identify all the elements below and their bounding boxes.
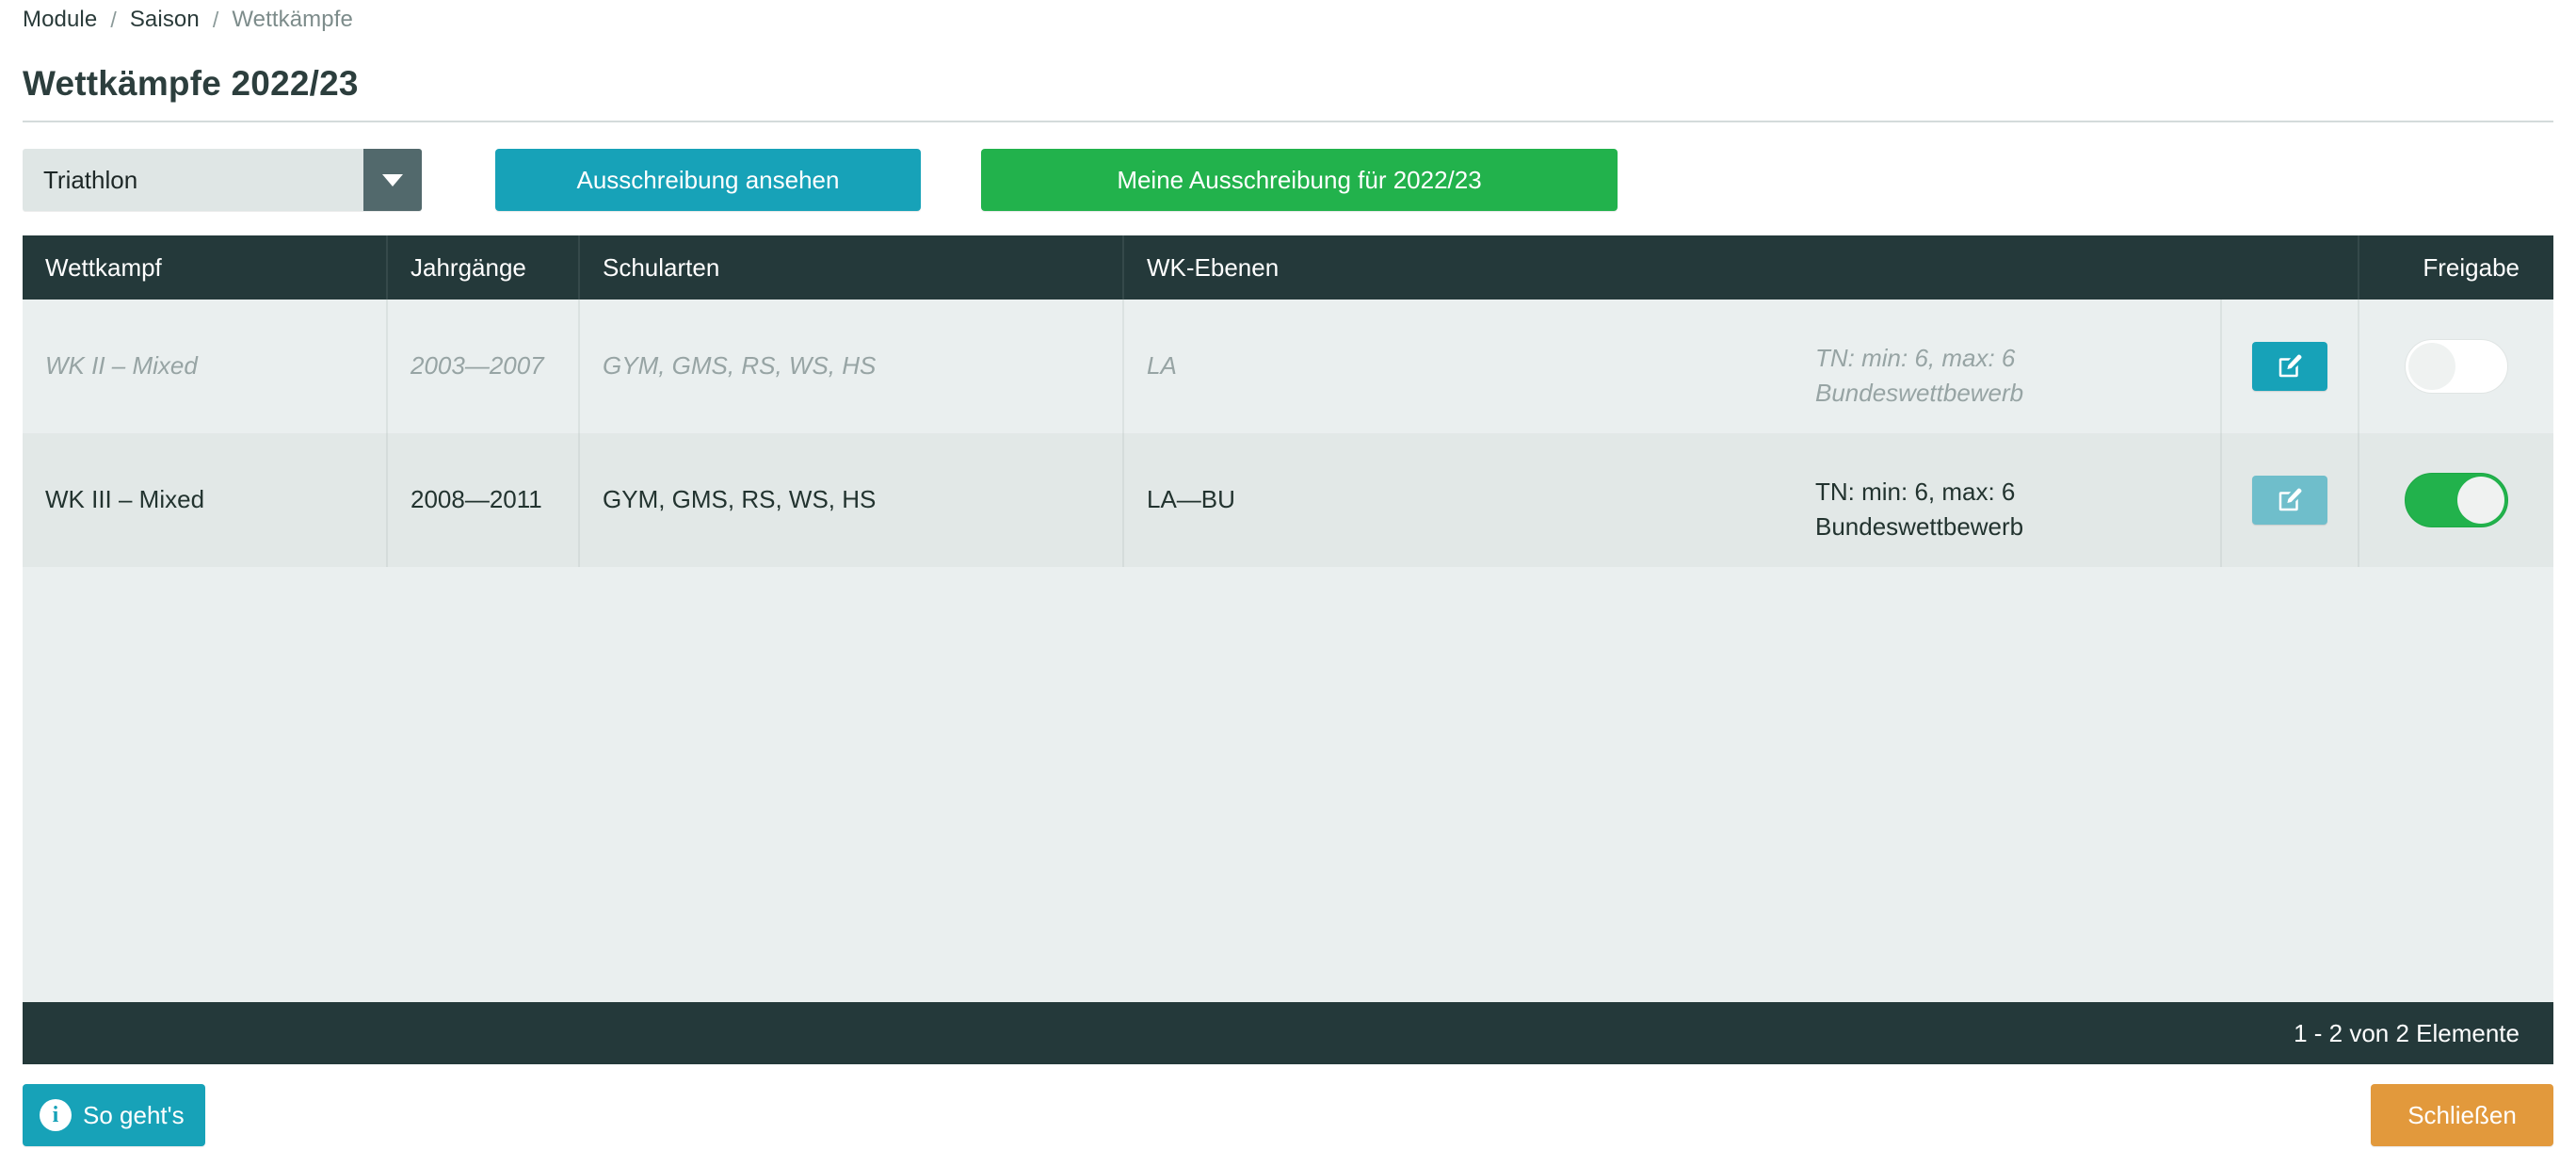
wk-ebenen-value: LA—BU [1147, 485, 1235, 514]
view-tender-button[interactable]: Ausschreibung ansehen [495, 149, 921, 211]
cell-edit-action [2222, 432, 2359, 567]
edit-pencil-icon [2278, 488, 2302, 510]
breadcrumb: Module / Saison / Wettkämpfe [23, 0, 2553, 40]
cell-wk-ebenen: LA—BU TN: min: 6, max: 6 Bundeswettbewer… [1124, 432, 2222, 567]
toolbar: Triathlon Ausschreibung ansehen Meine Au… [23, 122, 2553, 235]
info-line-level: Bundeswettbewerb [1815, 378, 2024, 407]
competitions-table: Wettkampf Jahrgänge Schularten WK-Ebenen… [23, 235, 2553, 1064]
cell-wettkampf: WK III – Mixed [23, 432, 388, 567]
freigabe-toggle[interactable] [2405, 472, 2508, 527]
info-line-tn: TN: min: 6, max: 6 [1815, 477, 2016, 506]
cell-wettkampf: WK II – Mixed [23, 300, 388, 433]
cell-freigabe-toggle [2359, 433, 2553, 567]
column-header-wk-ebenen: WK-Ebenen [1147, 252, 1280, 282]
record-count: 1 - 2 von 2 Elemente [2294, 1018, 2520, 1047]
cell-freigabe-toggle [2359, 300, 2553, 433]
table-header-row: Wettkampf Jahrgänge Schularten WK-Ebenen… [23, 235, 2553, 300]
help-button-label: So geht's [83, 1100, 185, 1129]
cell-wk-ebenen: LA TN: min: 6, max: 6 Bundeswettbewerb [1124, 300, 2222, 433]
breadcrumb-separator: / [110, 7, 117, 32]
table-empty-space [23, 566, 2553, 1002]
page-title: Wettkämpfe 2022/23 [23, 64, 359, 103]
wk-ebenen-value: LA [1147, 351, 1177, 381]
column-header-actions [2222, 235, 2359, 300]
edit-pencil-icon [2278, 354, 2302, 378]
page-title-section: Wettkämpfe 2022/23 [23, 40, 2553, 122]
cell-schularten: GYM, GMS, RS, WS, HS [580, 432, 1124, 567]
breadcrumb-item-current: Wettkämpfe [232, 7, 353, 32]
my-tender-button[interactable]: Meine Ausschreibung für 2022/23 [981, 149, 1618, 211]
sport-select-arrow[interactable] [363, 149, 422, 211]
edit-button[interactable] [2252, 341, 2327, 391]
column-header-jahrgaenge: Jahrgänge [388, 235, 580, 300]
info-icon: i [40, 1099, 72, 1131]
page-root: Module / Saison / Wettkämpfe Wettkämpfe … [0, 0, 2576, 1166]
edit-button[interactable] [2252, 475, 2327, 525]
cell-edit-action [2222, 300, 2359, 433]
freigabe-toggle[interactable] [2405, 338, 2508, 394]
column-header-schularten: Schularten [580, 235, 1124, 300]
bottom-action-bar: i So geht's Schließen [23, 1064, 2553, 1166]
cell-jahrgaenge: 2008—2011 [388, 432, 580, 567]
table-row[interactable]: WK III – Mixed 2008—2011 GYM, GMS, RS, W… [23, 432, 2553, 567]
help-button[interactable]: i So geht's [23, 1084, 205, 1146]
info-line-tn: TN: min: 6, max: 6 [1815, 344, 2016, 372]
close-button[interactable]: Schließen [2371, 1084, 2553, 1146]
cell-jahrgaenge: 2003—2007 [388, 300, 580, 433]
toggle-knob [2408, 342, 2455, 390]
sport-select[interactable]: Triathlon [23, 149, 422, 211]
breadcrumb-item-saison[interactable]: Saison [130, 7, 200, 33]
breadcrumb-item-module[interactable]: Module [23, 7, 97, 33]
column-header-wettkampf: Wettkampf [23, 235, 388, 300]
breadcrumb-separator: / [212, 7, 219, 32]
toggle-knob [2457, 476, 2504, 524]
table-footer: 1 - 2 von 2 Elemente [23, 1002, 2553, 1064]
sport-select-value: Triathlon [43, 165, 138, 194]
table-body: WK II – Mixed 2003—2007 GYM, GMS, RS, WS… [23, 300, 2553, 1002]
chevron-down-icon [382, 173, 403, 186]
cell-schularten: GYM, GMS, RS, WS, HS [580, 300, 1124, 433]
info-line-level: Bundeswettbewerb [1815, 511, 2024, 541]
column-header-freigabe: Freigabe [2423, 252, 2520, 282]
cell-participant-info: TN: min: 6, max: 6 Bundeswettbewerb [1815, 322, 2220, 411]
cell-participant-info: TN: min: 6, max: 6 Bundeswettbewerb [1815, 456, 2220, 544]
table-row[interactable]: WK II – Mixed 2003—2007 GYM, GMS, RS, WS… [23, 300, 2553, 433]
